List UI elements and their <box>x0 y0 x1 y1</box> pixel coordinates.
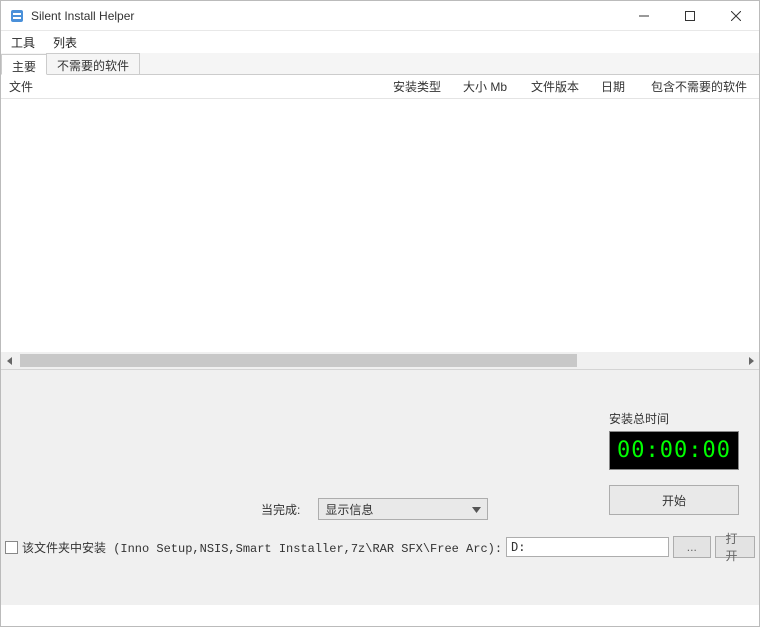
col-date[interactable]: 日期 <box>593 78 643 95</box>
col-install-type[interactable]: 安装类型 <box>385 78 455 95</box>
install-folder-label: 该文件夹中安装 (Inno Setup,NSIS,Smart Installer… <box>22 539 502 556</box>
tab-strip: 主要 不需要的软件 <box>1 53 759 75</box>
start-button[interactable]: 开始 <box>609 485 739 515</box>
col-file-version[interactable]: 文件版本 <box>523 78 593 95</box>
install-path-input[interactable] <box>506 537 669 557</box>
window-titlebar: Silent Install Helper <box>1 1 759 31</box>
install-folder-row: 该文件夹中安装 (Inno Setup,NSIS,Smart Installer… <box>5 536 755 558</box>
browse-button[interactable]: ... <box>673 536 710 558</box>
maximize-button[interactable] <box>667 1 713 31</box>
open-button-label: 打开 <box>726 530 745 564</box>
scroll-track[interactable] <box>18 352 742 369</box>
when-done-row: 当完成: 显示信息 <box>261 498 488 520</box>
file-table: 文件 安装类型 大小 Mb 文件版本 日期 包含不需要的软件 <box>1 75 759 369</box>
scroll-left-button[interactable] <box>1 352 18 369</box>
when-done-label: 当完成: <box>261 501 300 518</box>
tab-unwanted[interactable]: 不需要的软件 <box>46 53 140 74</box>
menubar: 工具 列表 <box>1 31 759 53</box>
horizontal-scrollbar[interactable] <box>1 352 759 369</box>
scroll-right-button[interactable] <box>742 352 759 369</box>
minimize-button[interactable] <box>621 1 667 31</box>
menu-tools[interactable]: 工具 <box>7 32 39 53</box>
browse-button-label: ... <box>687 540 697 554</box>
tab-main-label: 主要 <box>12 60 36 74</box>
tab-unwanted-label: 不需要的软件 <box>57 59 129 73</box>
col-size[interactable]: 大小 Mb <box>455 78 523 95</box>
start-button-label: 开始 <box>662 492 686 509</box>
when-done-selected: 显示信息 <box>325 501 373 518</box>
install-folder-checkbox[interactable] <box>5 541 18 554</box>
when-done-select[interactable]: 显示信息 <box>318 498 488 520</box>
open-button[interactable]: 打开 <box>715 536 756 558</box>
timer-label: 安装总时间 <box>609 410 739 427</box>
tab-main[interactable]: 主要 <box>1 54 47 75</box>
app-icon <box>9 8 25 24</box>
menu-list[interactable]: 列表 <box>49 32 81 53</box>
window-title: Silent Install Helper <box>31 9 134 23</box>
table-header-row: 文件 安装类型 大小 Mb 文件版本 日期 包含不需要的软件 <box>1 75 759 99</box>
bottom-panel: 安装总时间 00:00:00 开始 当完成: 显示信息 该文件夹中安装 (Inn… <box>1 369 759 605</box>
timer-display: 00:00:00 <box>609 431 739 470</box>
close-button[interactable] <box>713 1 759 31</box>
timer-block: 安装总时间 00:00:00 <box>609 410 739 470</box>
scroll-thumb[interactable] <box>20 354 577 367</box>
col-contains-unwanted[interactable]: 包含不需要的软件 <box>643 78 759 95</box>
chevron-down-icon <box>472 502 481 516</box>
col-file[interactable]: 文件 <box>1 78 385 95</box>
